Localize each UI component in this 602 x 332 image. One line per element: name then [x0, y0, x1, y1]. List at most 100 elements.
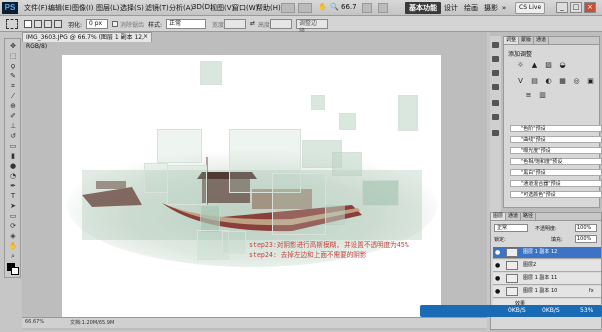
- bridge-icon[interactable]: [281, 3, 295, 13]
- preset-exposure[interactable]: "曝光度"预设: [510, 147, 602, 154]
- healing-brush-tool-icon[interactable]: ⊕: [8, 103, 18, 110]
- type-tool-icon[interactable]: T: [8, 193, 18, 200]
- preset-channel-mixer[interactable]: "通道混合器"预设: [510, 180, 602, 187]
- menu-layer[interactable]: 图层(L): [96, 3, 119, 13]
- actions-panel-icon[interactable]: [492, 56, 499, 62]
- tab-channels[interactable]: 通道: [506, 213, 522, 220]
- workspace-design[interactable]: 设计: [440, 2, 462, 14]
- eyedropper-tool-icon[interactable]: ⁄: [8, 93, 18, 100]
- menu-image[interactable]: 图像(I): [72, 3, 94, 13]
- exposure-adjustment-icon[interactable]: ◒: [558, 61, 567, 70]
- preset-curves[interactable]: "曲线"预设: [510, 136, 602, 143]
- feather-input[interactable]: 0 px: [86, 19, 108, 29]
- eraser-tool-icon[interactable]: ▭: [8, 143, 18, 150]
- layer-row[interactable]: ● 图层 1 副本 11: [493, 273, 601, 285]
- character-panel-icon[interactable]: [492, 100, 499, 106]
- preset-black-white[interactable]: "黑白"预设: [510, 169, 602, 176]
- dodge-tool-icon[interactable]: ◔: [8, 173, 18, 180]
- mini-bridge-icon[interactable]: [298, 3, 312, 13]
- minimize-button[interactable]: _: [556, 2, 568, 13]
- opacity-input[interactable]: 100%: [575, 224, 597, 232]
- vibrance-adjustment-icon[interactable]: V: [516, 77, 525, 86]
- color-balance-adjustment-icon[interactable]: ◐: [544, 77, 553, 86]
- intersect-selection-icon[interactable]: [54, 20, 62, 28]
- workspace-painting[interactable]: 绘画: [460, 2, 482, 14]
- menu-view[interactable]: 视图(V): [210, 3, 234, 13]
- image-canvas[interactable]: [62, 55, 441, 327]
- layer-row[interactable]: ● 图层2: [493, 260, 601, 272]
- workspace-basic[interactable]: 基本功能: [405, 2, 441, 14]
- blur-tool-icon[interactable]: ●: [8, 163, 18, 170]
- maximize-button[interactable]: □: [570, 2, 582, 13]
- photo-filter-adjustment-icon[interactable]: ◎: [572, 77, 581, 86]
- brush-tool-icon[interactable]: ✐: [8, 113, 18, 120]
- move-tool-icon[interactable]: ✥: [8, 43, 18, 50]
- history-panel-icon[interactable]: [492, 42, 499, 48]
- arrange-documents-icon[interactable]: [362, 3, 372, 13]
- eye-icon[interactable]: ●: [495, 274, 503, 283]
- add-selection-icon[interactable]: [34, 20, 42, 28]
- quick-select-tool-icon[interactable]: ✎: [8, 73, 18, 80]
- zoom-level[interactable]: 66.7: [341, 3, 357, 11]
- posterize-adjustment-icon[interactable]: ▥: [538, 91, 547, 100]
- layer-name[interactable]: 图层 1 副本 11: [523, 273, 557, 284]
- brightness-adjustment-icon[interactable]: ☼: [516, 61, 525, 70]
- zoom-tool-icon[interactable]: ⌕: [8, 253, 18, 260]
- blend-mode-select[interactable]: 正常: [494, 224, 528, 232]
- clone-source-panel-icon[interactable]: [492, 84, 499, 90]
- screen-mode-icon[interactable]: [378, 3, 388, 13]
- refine-edge-button[interactable]: 调整边缘...: [296, 19, 328, 35]
- tab-channels-top[interactable]: 通道: [534, 37, 550, 44]
- swap-icon[interactable]: ⇄: [250, 20, 255, 27]
- preset-selective-color[interactable]: "可选颜色"预设: [510, 191, 602, 198]
- paragraph-panel-icon[interactable]: [492, 114, 499, 120]
- zoom-tool-icon[interactable]: 🔍: [330, 3, 339, 13]
- hue-saturation-adjustment-icon[interactable]: ▤: [530, 77, 539, 86]
- eye-icon[interactable]: ●: [495, 287, 503, 296]
- new-selection-icon[interactable]: [24, 20, 32, 28]
- layer-name[interactable]: 图层 1 副本 10: [523, 286, 557, 297]
- antialias-checkbox[interactable]: [112, 21, 118, 27]
- tab-layers[interactable]: 图层: [491, 213, 507, 220]
- clone-stamp-tool-icon[interactable]: ⊥: [8, 123, 18, 130]
- layer-row-selected[interactable]: ● 图层 1 副本 12: [493, 247, 601, 259]
- document-tab[interactable]: IMG_3603.JPG @ 66.7% (图层 1 副本 12, RGB/8): [22, 32, 152, 50]
- menu-file[interactable]: 文件(F): [24, 3, 48, 13]
- style-select[interactable]: 正常: [166, 19, 206, 29]
- invert-adjustment-icon[interactable]: ≡: [524, 91, 533, 100]
- gradient-tool-icon[interactable]: ▮: [8, 153, 18, 160]
- subtract-selection-icon[interactable]: [44, 20, 52, 28]
- height-input[interactable]: [270, 19, 292, 29]
- history-brush-tool-icon[interactable]: ↺: [8, 133, 18, 140]
- tab-paths[interactable]: 路径: [521, 213, 537, 220]
- width-input[interactable]: [224, 19, 246, 29]
- hand-tool-icon[interactable]: ✋: [318, 3, 327, 13]
- menu-select[interactable]: 选择(S): [120, 3, 144, 13]
- path-select-tool-icon[interactable]: ➤: [8, 203, 18, 210]
- eye-icon[interactable]: ●: [495, 248, 503, 257]
- pen-tool-icon[interactable]: ✒: [8, 183, 18, 190]
- menu-help[interactable]: 帮助(H): [256, 3, 281, 13]
- 3d-rotate-tool-icon[interactable]: ⟳: [8, 223, 18, 230]
- 3d-panel-icon[interactable]: [492, 130, 499, 136]
- menu-edit[interactable]: 编辑(E): [48, 3, 72, 13]
- cs-live-button[interactable]: CS Live: [515, 2, 546, 14]
- status-zoom[interactable]: 66.67%: [25, 319, 44, 325]
- crop-tool-icon[interactable]: ⌗: [8, 83, 18, 90]
- tab-adjustments[interactable]: 调整: [504, 37, 520, 44]
- marquee-tool-icon[interactable]: ⬚: [8, 53, 18, 60]
- levels-adjustment-icon[interactable]: ▲: [530, 61, 539, 70]
- workspace-more[interactable]: »: [498, 2, 510, 14]
- menu-analysis[interactable]: 分析(A): [169, 3, 193, 13]
- marquee-tool-icon[interactable]: [6, 19, 18, 29]
- fx-icon[interactable]: fx: [589, 286, 594, 297]
- curves-adjustment-icon[interactable]: ▨: [544, 61, 553, 70]
- menu-window[interactable]: 窗口(W): [232, 3, 258, 13]
- shape-tool-icon[interactable]: ▭: [8, 213, 18, 220]
- hand-tool-icon[interactable]: ✋: [8, 243, 18, 250]
- layer-name[interactable]: 图层 1 副本 12: [523, 247, 557, 258]
- tab-masks[interactable]: 蒙版: [519, 37, 535, 44]
- lasso-tool-icon[interactable]: ϙ: [8, 63, 18, 70]
- layer-row[interactable]: ● 图层 1 副本 10 fx: [493, 286, 601, 298]
- channel-mixer-adjustment-icon[interactable]: ▣: [586, 77, 595, 86]
